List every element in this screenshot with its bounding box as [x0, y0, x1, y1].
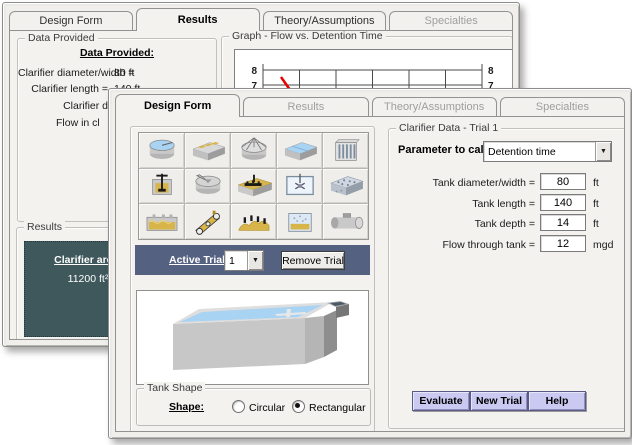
bg-tab-theory-assumptions[interactable]: Theory/Assumptions [263, 11, 387, 30]
fg-tab-theory-assumptions[interactable]: Theory/Assumptions [372, 97, 497, 116]
bg-tab-design-form[interactable]: Design Form [9, 11, 133, 30]
help-button[interactable]: Help [528, 391, 586, 411]
radio-circle-icon [232, 400, 245, 413]
rectangular-tank-illustration [137, 291, 368, 384]
active-trial-bar: Active Trial: 1 ▼ Remove Trial [135, 245, 370, 275]
tank-shape-group-title: Tank Shape [144, 382, 205, 395]
scraper-clarifier-button[interactable] [185, 169, 230, 204]
sludge-basin-button[interactable] [139, 204, 184, 239]
parameter-select[interactable]: Detention time ▼ [483, 141, 612, 162]
rapid-mix-tank-button[interactable] [139, 169, 184, 204]
trickling-filter-button[interactable] [231, 133, 276, 168]
desktop: Design Form Results Theory/Assumptions S… [0, 0, 632, 445]
tank-diameter-width-label: Tank diameter/width = [397, 177, 535, 189]
fg-tab-specialties[interactable]: Specialties [500, 97, 625, 116]
media-filter-button[interactable] [323, 169, 368, 204]
tank-length-input[interactable] [540, 194, 586, 211]
design-form-page: Active Trial: 1 ▼ Remove Trial [115, 116, 625, 432]
y-tick-left-8: 8 [251, 66, 257, 77]
fg-tab-results[interactable]: Results [243, 97, 368, 116]
data-row-label: Clarifier length = [18, 83, 108, 95]
rapid-mix-tank-icon [141, 170, 183, 201]
tank-length-unit: ft [593, 198, 599, 210]
tank-shape-group: Tank Shape Shape: Circular Rectangular [136, 388, 371, 426]
sludge-basin-icon [141, 206, 183, 237]
data-provided-heading: Data Provided: [18, 47, 216, 59]
radio-circle-icon [292, 400, 305, 413]
remove-trial-button[interactable]: Remove Trial [281, 251, 345, 270]
bar-screen-button[interactable] [323, 133, 368, 168]
data-row-label: Clarifier d [18, 100, 108, 112]
flow-through-tank-input[interactable] [540, 235, 586, 252]
flow-through-tank-label: Flow through tank = [397, 239, 535, 251]
flotation-unit-icon [279, 170, 321, 201]
tank-depth-input[interactable] [540, 214, 586, 231]
design-form-window: Design Form Results Theory/Assumptions S… [108, 88, 632, 439]
belt-press-icon [187, 206, 229, 237]
digester-tank-icon [325, 206, 367, 237]
chemical-tank-icon [279, 206, 321, 237]
circular-clarifier-button[interactable] [139, 133, 184, 168]
tank-depth-unit: ft [593, 218, 599, 230]
rectangular-radio[interactable]: Rectangular [292, 400, 366, 414]
tank-length-label: Tank length = [397, 198, 535, 210]
tank-diameter-width-input[interactable] [540, 173, 586, 190]
fg-tab-design-form[interactable]: Design Form [115, 94, 240, 117]
flow-through-tank-unit: mgd [593, 239, 613, 251]
rectangular-basin-button[interactable] [185, 133, 230, 168]
graph-group-title: Graph - Flow vs. Detention Time [229, 30, 386, 43]
bg-tab-results[interactable]: Results [136, 8, 260, 31]
results-group-title: Results [24, 221, 65, 234]
belt-press-button[interactable] [185, 204, 230, 239]
rectangular-basin-icon [187, 135, 229, 166]
clarifier-data-group: Clarifier Data - Trial 1 Parameter to ca… [388, 128, 625, 429]
circular-clarifier-icon [141, 135, 183, 166]
aeration-basin-icon [233, 170, 275, 201]
bg-tab-specialties[interactable]: Specialties [389, 11, 513, 30]
active-trial-label: Active Trial: [169, 254, 229, 266]
new-trial-button[interactable]: New Trial [470, 391, 528, 411]
trickling-filter-icon [233, 135, 275, 166]
evaluate-button[interactable]: Evaluate [412, 391, 470, 411]
rectangular-clarifier-icon [279, 135, 321, 166]
data-row-label: Clarifier diameter/width = [18, 67, 108, 79]
data-provided-group-title: Data Provided [25, 32, 98, 45]
active-trial-select[interactable]: 1 ▼ [224, 250, 264, 271]
chemical-tank-button[interactable] [277, 204, 322, 239]
scraper-clarifier-icon [187, 170, 229, 201]
diffused-aeration-button[interactable] [231, 204, 276, 239]
shape-label: Shape: [169, 401, 204, 413]
design-form-tabstrip: Design Form Results Theory/Assumptions S… [115, 94, 625, 117]
tank-diameter-width-unit: ft [593, 177, 599, 189]
y-tick-right-8: 8 [488, 66, 494, 77]
rectangular-clarifier-button[interactable] [277, 133, 322, 168]
circular-radio[interactable]: Circular [232, 400, 285, 414]
aeration-basin-button[interactable] [231, 169, 276, 204]
tank-depth-label: Tank depth = [397, 218, 535, 230]
results-window-tabstrip: Design Form Results Theory/Assumptions S… [9, 8, 513, 31]
digester-tank-button[interactable] [323, 204, 368, 239]
chevron-down-icon[interactable]: ▼ [595, 142, 611, 161]
data-row-label: Flow in cl [18, 117, 108, 129]
flotation-unit-button[interactable] [277, 169, 322, 204]
bar-screen-icon [325, 135, 367, 166]
equipment-grid [138, 132, 369, 240]
clarifier-data-group-title: Clarifier Data - Trial 1 [396, 122, 501, 135]
data-row-value: 80 ft [114, 67, 134, 79]
media-filter-icon [325, 170, 367, 201]
tank-selection-frame: Active Trial: 1 ▼ Remove Trial [130, 126, 375, 432]
chevron-down-icon[interactable]: ▼ [247, 251, 263, 270]
tank-preview-box [136, 290, 369, 385]
diffused-aeration-icon [233, 206, 275, 237]
